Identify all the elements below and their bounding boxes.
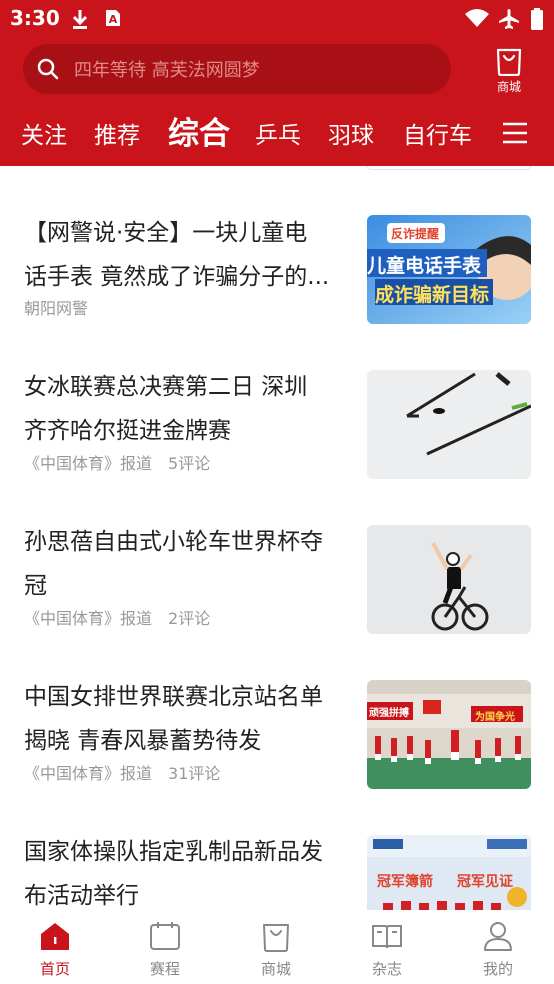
header: 3:30 A 四年等待 高芙法网圆梦 商城 关注 推荐 综合 乒乓 羽球 自行车 bbox=[0, 0, 554, 166]
news-thumbnail: 冠军簿箭 冠军见证 bbox=[367, 835, 531, 910]
thumbnail-caption: 为国争光 bbox=[475, 712, 515, 723]
news-item[interactable]: 中国女排世界联赛北京站名单 揭晓 青春风暴蓄势待发 《中国体育》报道 31评论 bbox=[0, 675, 554, 830]
nav-home[interactable]: 首页 bbox=[0, 910, 110, 984]
person-icon bbox=[484, 922, 512, 951]
search-icon bbox=[37, 58, 59, 80]
tab-recommend[interactable]: 推荐 bbox=[94, 116, 140, 150]
nav-mall-label: 商城 bbox=[260, 960, 291, 978]
shopping-bag-icon bbox=[263, 924, 289, 952]
news-title: 女冰联赛总决赛第二日 深圳 齐齐哈尔挺进金牌赛 bbox=[24, 374, 308, 444]
news-title: 中国女排世界联赛北京站名单 揭晓 青春风暴蓄势待发 bbox=[24, 684, 323, 754]
status-time: 3:30 bbox=[10, 6, 60, 30]
news-meta: 《中国体育》报道 2评论 bbox=[24, 605, 210, 629]
news-title: 国家体操队指定乳制品新品发 布活动举行 bbox=[24, 839, 323, 909]
download-icon bbox=[72, 10, 88, 29]
nav-home-label: 首页 bbox=[39, 960, 70, 978]
news-comment-count: 5评论 bbox=[168, 454, 211, 473]
news-source: 朝阳网警 bbox=[24, 299, 89, 318]
mall-button[interactable]: 商城 bbox=[485, 44, 533, 96]
nav-profile-label: 我的 bbox=[482, 960, 513, 978]
previous-thumbnail-edge bbox=[367, 166, 531, 170]
news-comment-count: 2评论 bbox=[168, 609, 211, 628]
svg-text:A: A bbox=[109, 13, 118, 26]
notification-a-icon: A bbox=[106, 10, 120, 26]
tab-general[interactable]: 综合 bbox=[168, 108, 230, 153]
news-thumbnail: 顽强拼搏 为国争光 bbox=[367, 680, 531, 789]
airplane-mode-icon bbox=[499, 9, 519, 29]
news-meta: 《中国体育》报道 31评论 bbox=[24, 760, 220, 784]
search-placeholder: 四年等待 高芙法网圆梦 bbox=[74, 60, 260, 81]
thumbnail-caption: 顽强拼搏 bbox=[369, 708, 409, 719]
news-item[interactable]: 国家体操队指定乳制品新品发 布活动举行 冠军簿箭 冠军见证 bbox=[0, 830, 554, 910]
news-meta: 《中国体育》报道 5评论 bbox=[24, 450, 210, 474]
book-icon bbox=[372, 925, 402, 949]
thumbnail-caption: 反诈提醒 bbox=[391, 227, 440, 241]
news-item[interactable]: 【网警说·安全】一块儿童电 话手表 竟然成了诈骗分子的... 朝阳网警 反诈提醒… bbox=[0, 211, 554, 366]
nav-schedule-label: 赛程 bbox=[149, 960, 180, 978]
news-feed[interactable]: 【网警说·安全】一块儿童电 话手表 竟然成了诈骗分子的... 朝阳网警 反诈提醒… bbox=[0, 166, 554, 910]
news-item[interactable]: 女冰联赛总决赛第二日 深圳 齐齐哈尔挺进金牌赛 《中国体育》报道 5评论 bbox=[0, 365, 554, 520]
mall-button-label: 商城 bbox=[496, 80, 521, 94]
news-source: 《中国体育》报道 bbox=[24, 764, 153, 783]
thumbnail-caption: 冠军见证 bbox=[457, 874, 513, 890]
calendar-icon bbox=[150, 922, 180, 950]
nav-mall[interactable]: 商城 bbox=[221, 910, 331, 984]
news-thumbnail bbox=[367, 370, 531, 479]
category-tabs: 关注 推荐 综合 乒乓 羽球 自行车 bbox=[0, 108, 554, 158]
tab-badminton[interactable]: 羽球 bbox=[328, 116, 374, 150]
nav-magazine-label: 杂志 bbox=[371, 960, 402, 978]
thumbnail-caption: 儿童电话手表 bbox=[367, 255, 482, 277]
battery-icon bbox=[531, 8, 543, 30]
shopping-bag-icon bbox=[496, 48, 522, 76]
news-comment-count: 31评论 bbox=[168, 764, 221, 783]
nav-schedule[interactable]: 赛程 bbox=[110, 910, 220, 984]
thumbnail-caption: 冠军簿箭 bbox=[377, 874, 433, 890]
news-title: 孙思蓓自由式小轮车世界杯夺 冠 bbox=[24, 529, 323, 599]
nav-profile[interactable]: 我的 bbox=[443, 910, 553, 984]
news-source: 《中国体育》报道 bbox=[24, 609, 153, 628]
news-thumbnail bbox=[367, 525, 531, 634]
bottom-nav: 首页 赛程 商城 杂志 我的 bbox=[0, 910, 554, 984]
status-bar: 3:30 A bbox=[0, 0, 554, 38]
nav-magazine[interactable]: 杂志 bbox=[332, 910, 442, 984]
news-item[interactable]: 孙思蓓自由式小轮车世界杯夺 冠 《中国体育》报道 2评论 bbox=[0, 520, 554, 675]
search-input[interactable]: 四年等待 高芙法网圆梦 bbox=[23, 44, 451, 94]
wifi-icon bbox=[465, 9, 489, 27]
thumbnail-caption: 成诈骗新目标 bbox=[375, 284, 490, 306]
tab-cycling[interactable]: 自行车 bbox=[403, 116, 472, 150]
news-meta: 朝阳网警 bbox=[24, 295, 88, 319]
app-screen: 3:30 A 四年等待 高芙法网圆梦 商城 关注 推荐 综合 乒乓 羽球 自行车… bbox=[0, 0, 554, 984]
news-title: 【网警说·安全】一块儿童电 话手表 竟然成了诈骗分子的... bbox=[24, 220, 330, 290]
news-source: 《中国体育》报道 bbox=[24, 454, 153, 473]
home-icon bbox=[41, 923, 69, 950]
news-thumbnail: 反诈提醒 儿童电话手表 成诈骗新目标 bbox=[367, 215, 531, 324]
tab-table-tennis[interactable]: 乒乓 bbox=[255, 116, 301, 150]
menu-icon[interactable] bbox=[500, 118, 530, 148]
tab-follow[interactable]: 关注 bbox=[21, 116, 67, 150]
